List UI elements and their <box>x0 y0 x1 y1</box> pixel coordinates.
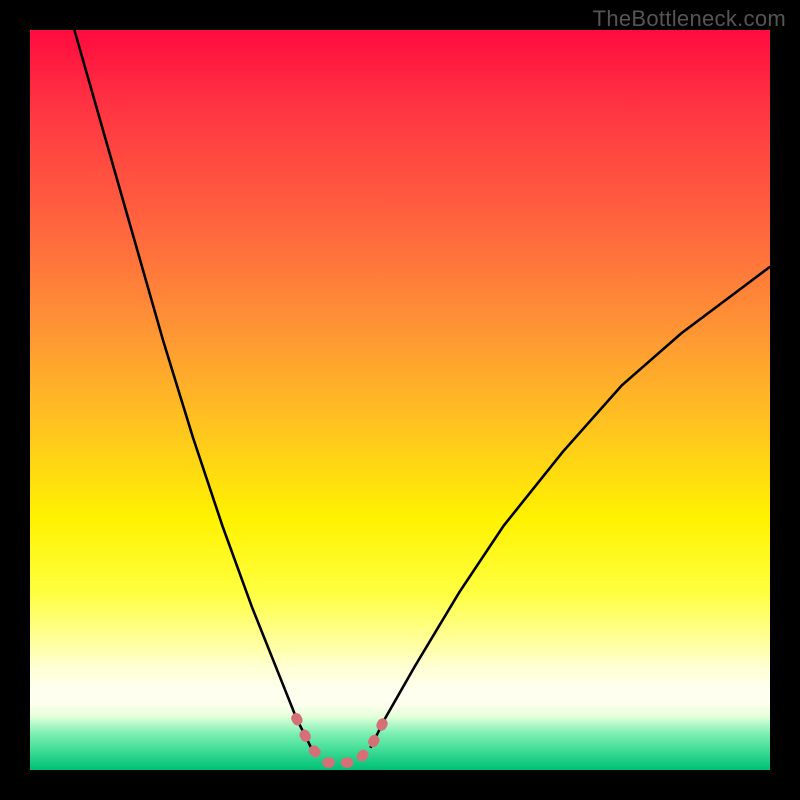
curve-layer <box>30 30 770 770</box>
plot-area <box>30 30 770 770</box>
left-curve <box>74 30 311 748</box>
chart-frame: TheBottleneck.com <box>0 0 800 800</box>
right-curve <box>370 267 770 748</box>
watermark-text: TheBottleneck.com <box>593 6 786 32</box>
valley-highlight <box>296 718 385 762</box>
